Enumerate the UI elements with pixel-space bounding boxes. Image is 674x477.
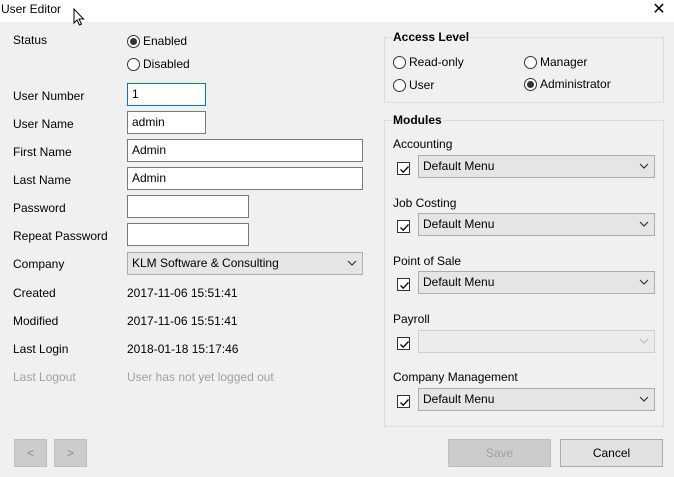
user-name-field[interactable]: admin [127,111,206,134]
chevron-down-icon [639,221,649,227]
mouse-cursor-icon [73,7,85,29]
chevron-down-icon [639,279,649,285]
modified-value: 2017-11-06 15:51:41 [127,314,238,328]
module-checkbox-payroll[interactable] [397,337,410,350]
user-number-label: User Number [13,89,85,103]
company-label: Company [13,257,65,271]
status-enabled-label: Enabled [143,34,188,48]
access-level-title: Access Level [392,30,471,44]
password-field[interactable] [127,195,249,218]
module-select-accounting[interactable]: Default Menu [418,155,655,178]
access-read-only-label: Read-only [409,55,464,69]
chevron-down-icon [639,338,649,344]
chevron-down-icon [347,260,357,266]
module-select-value: Default Menu [423,275,495,289]
module-select-value: Default Menu [423,159,495,173]
cancel-button[interactable]: Cancel [560,439,663,467]
status-disabled-radio[interactable]: Disabled [127,57,190,71]
user-name-label: User Name [13,117,74,131]
module-checkbox-point-of-sale[interactable] [397,278,410,291]
company-select[interactable]: KLM Software & Consulting [127,252,363,275]
window-title: User Editor [1,2,62,16]
previous-button[interactable]: < [14,439,47,467]
status-enabled-radio[interactable]: Enabled [127,34,187,48]
radio-unselected-icon [524,55,537,69]
checkmark-icon [400,341,409,349]
module-checkbox-accounting[interactable] [397,162,410,175]
checkmark-icon [400,282,409,290]
created-label: Created [13,286,56,300]
radio-selected-icon [127,34,140,48]
close-icon[interactable]: ✕ [648,0,670,22]
access-manager-label: Manager [540,55,588,69]
module-label-payroll: Payroll [393,312,430,326]
module-label-job-costing: Job Costing [393,196,457,210]
status-disabled-label: Disabled [143,57,190,71]
first-name-label: First Name [13,145,72,159]
module-label-accounting: Accounting [393,137,453,151]
last-name-field[interactable]: Admin [127,167,363,190]
last-name-label: Last Name [13,173,72,187]
company-select-value: KLM Software & Consulting [132,256,279,270]
password-label: Password [13,201,66,215]
last-logout-value: User has not yet logged out [127,370,274,384]
module-select-job-costing[interactable]: Default Menu [418,213,655,236]
access-read-only-radio[interactable]: Read-only [393,55,464,69]
chevron-down-icon [639,163,649,169]
checkmark-icon [400,166,409,174]
modified-label: Modified [13,314,59,328]
checkmark-icon [400,224,409,232]
radio-unselected-icon [393,78,406,92]
last-login-value: 2018-01-18 15:17:46 [127,342,239,356]
access-administrator-label: Administrator [540,77,611,91]
access-manager-radio[interactable]: Manager [524,55,587,69]
next-button[interactable]: > [54,439,87,467]
modules-title: Modules [392,113,443,127]
radio-unselected-icon [127,57,140,71]
last-login-label: Last Login [13,342,69,356]
repeat-password-field[interactable] [127,223,249,246]
module-label-company-management: Company Management [393,370,518,384]
title-bar: User Editor ✕ [0,0,674,26]
checkmark-icon [400,399,409,407]
access-administrator-radio[interactable]: Administrator [524,77,611,91]
module-select-value: Default Menu [423,217,495,231]
module-label-point-of-sale: Point of Sale [393,254,462,268]
radio-selected-icon [524,77,537,91]
module-select-company-management[interactable]: Default Menu [418,388,655,411]
access-user-radio[interactable]: User [393,78,434,92]
status-label: Status [13,33,48,47]
module-select-payroll [418,330,655,353]
repeat-password-label: Repeat Password [13,229,108,243]
first-name-field[interactable]: Admin [127,139,363,162]
last-logout-label: Last Logout [13,370,76,384]
created-value: 2017-11-06 15:51:41 [127,286,238,300]
user-number-field[interactable]: 1 [127,83,206,106]
module-select-value: Default Menu [423,392,495,406]
module-checkbox-company-management[interactable] [397,395,410,408]
radio-unselected-icon [393,55,406,69]
module-select-point-of-sale[interactable]: Default Menu [418,271,655,294]
access-user-label: User [409,78,435,92]
save-button[interactable]: Save [448,439,551,467]
chevron-down-icon [639,396,649,402]
access-level-group: Access Level [384,30,664,103]
module-checkbox-job-costing[interactable] [397,220,410,233]
